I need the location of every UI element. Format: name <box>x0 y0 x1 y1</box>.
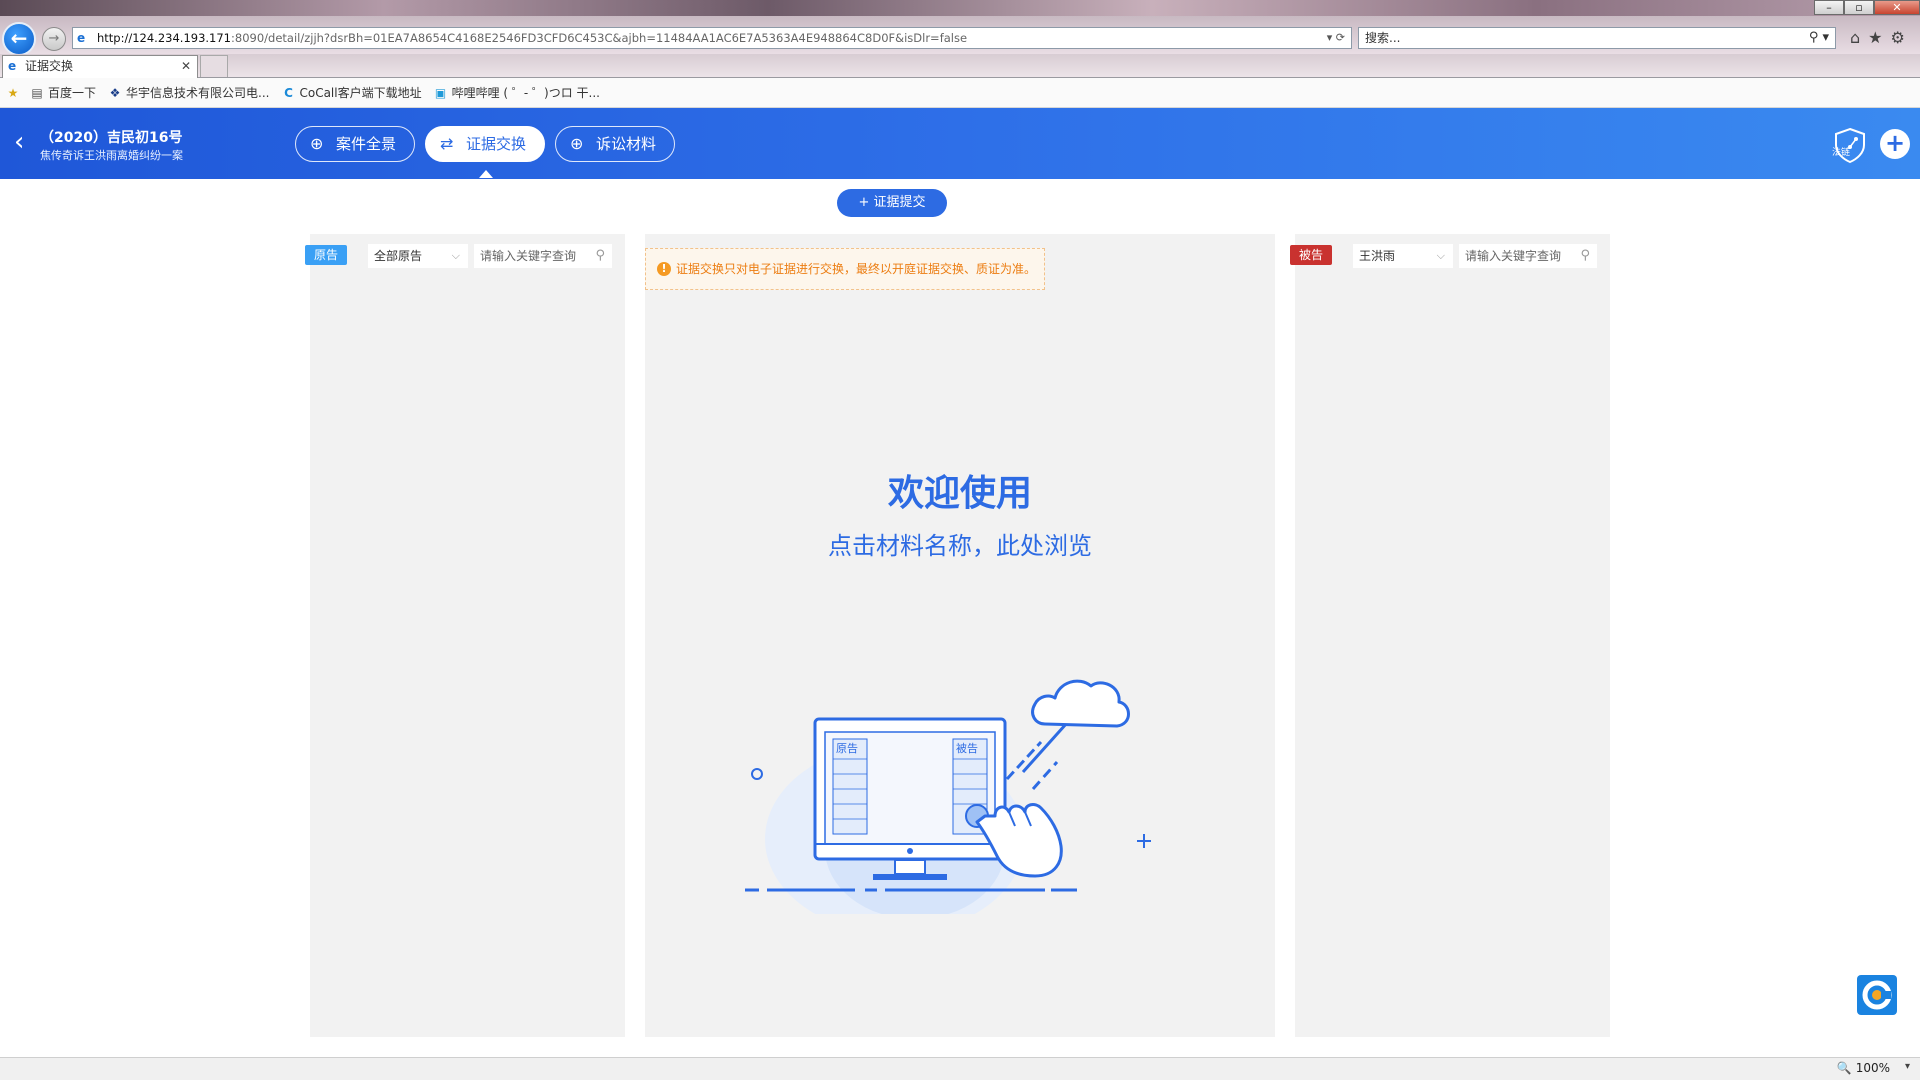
search-icon: ⚲ <box>1580 248 1590 263</box>
tab-case-overview[interactable]: ⊕ 案件全景 <box>295 126 415 162</box>
svg-text:原告: 原告 <box>836 742 858 755</box>
fav-item-bilibili[interactable]: ▣ 哔哩哔哩 ( ゜- ゜)つロ 干... <box>434 84 600 101</box>
defendant-panel: 被告 王洪雨 ⌵ 请输入关键字查询 ⚲ <box>1290 234 1610 1037</box>
refresh-icon[interactable]: ▾ ⟳ <box>1327 28 1345 48</box>
ie-page-icon: e <box>77 31 86 45</box>
cocall-logo-icon: C <box>284 85 293 100</box>
case-description: 焦传奇诉王洪雨离婚纠纷一案 <box>40 149 183 162</box>
submit-evidence-button[interactable]: + 证据提交 <box>837 189 947 217</box>
huayu-logo-icon: ❖ <box>109 85 121 100</box>
evidence-exchange-illustration: 原告 被告 <box>745 679 1151 914</box>
plaintiff-search-input[interactable]: 请输入关键字查询 ⚲ <box>474 244 612 268</box>
window-titlebar <box>0 0 1920 16</box>
browser-status-bar: 🔍 100% ▾ <box>0 1057 1920 1080</box>
case-number: （2020）吉民初16号 <box>40 130 183 146</box>
home-icon[interactable]: ⌂ <box>1850 28 1860 47</box>
browser-tab-strip: e 证据交换 ✕ <box>0 54 1920 78</box>
cocall-floating-icon[interactable] <box>1857 975 1897 1015</box>
tab-evidence-exchange[interactable]: ⇄ 证据交换 <box>425 126 545 162</box>
zoom-level[interactable]: 🔍 100% <box>1837 1061 1890 1075</box>
chevron-left-icon[interactable]: ‹ <box>14 128 24 156</box>
browser-toolbar-icons: ⌂ ★ ⚙ <box>1850 28 1905 47</box>
page-icon: ▤ <box>31 85 43 100</box>
chevron-down-icon: ⌵ <box>1436 249 1445 262</box>
law-chain-shield-icon[interactable]: 法链 <box>1830 125 1870 165</box>
tab-litigation-materials[interactable]: ⊕ 诉讼材料 <box>555 126 675 162</box>
tab-title: 证据交换 <box>25 59 74 73</box>
chevron-down-icon[interactable]: ▾ <box>1905 1061 1910 1072</box>
browser-back-button[interactable]: ← <box>2 22 36 56</box>
tab-close-icon[interactable]: ✕ <box>181 56 191 77</box>
favorites-star-icon[interactable]: ★ <box>1868 28 1882 47</box>
fav-item-cocall[interactable]: C CoCall客户端下载地址 <box>281 84 422 101</box>
plaintiff-badge: 原告 <box>305 245 348 265</box>
active-tab-indicator <box>479 170 493 178</box>
defendant-select[interactable]: 王洪雨 ⌵ <box>1353 244 1453 268</box>
svg-text:法链: 法链 <box>1832 146 1850 158</box>
address-url: http://124.234.193.171:8090/detail/zjjh?… <box>97 31 968 45</box>
cloud-icon <box>1031 679 1130 728</box>
preview-panel: ! 证据交换只对电子证据进行交换，最终以开庭证据交换、质证为准。 欢迎使用 点击… <box>645 234 1275 1037</box>
exchange-arrows-icon: ⇄ <box>440 134 454 153</box>
settings-gear-icon[interactable]: ⚙ <box>1891 28 1905 47</box>
chevron-down-icon: ⌵ <box>451 249 460 262</box>
ie-tab-icon: e <box>8 59 17 73</box>
globe-icon: ⊕ <box>570 134 584 153</box>
defendant-search-input[interactable]: 请输入关键字查询 ⚲ <box>1459 244 1597 268</box>
close-window-button[interactable]: ✕ <box>1874 0 1920 15</box>
maximize-button[interactable]: ▫ <box>1844 0 1874 15</box>
welcome-title: 欢迎使用 <box>887 473 1032 514</box>
new-tab-button[interactable] <box>200 55 228 77</box>
favorites-add-icon[interactable]: ★ <box>6 86 24 100</box>
browser-forward-button[interactable]: → <box>42 27 66 51</box>
decor-plus-icon <box>1137 834 1151 848</box>
bilibili-logo-icon: ▣ <box>434 85 447 100</box>
case-header-bar: ‹ （2020）吉民初16号 焦传奇诉王洪雨离婚纠纷一案 ⊕ 案件全景 ⇄ 证据… <box>0 108 1920 179</box>
svg-text:被告: 被告 <box>956 742 978 755</box>
defendant-badge: 被告 <box>1290 245 1333 265</box>
fav-item-baidu[interactable]: ▤ 百度一下 <box>30 84 96 101</box>
welcome-subtitle: 点击材料名称，此处浏览 <box>828 532 1092 560</box>
minimize-button[interactable]: – <box>1814 0 1844 15</box>
plaintiff-select[interactable]: 全部原告 ⌵ <box>368 244 468 268</box>
search-icon: ⚲ ▾ <box>1808 30 1829 45</box>
favorites-bar: ★ ▤ 百度一下 ❖ 华宇信息技术有限公司电... C CoCall客户端下载地址 ▣… <box>0 78 1920 108</box>
search-icon: ⚲ <box>595 248 605 263</box>
add-button[interactable]: + <box>1880 129 1910 159</box>
window-controls: – ▫ ✕ <box>1814 0 1920 16</box>
address-bar[interactable]: e http://124.234.193.171:8090/detail/zjj… <box>72 27 1352 49</box>
warning-icon: ! <box>657 262 671 276</box>
plaintiff-panel: 原告 全部原告 ⌵ 请输入关键字查询 ⚲ <box>305 234 625 1037</box>
globe-icon: ⊕ <box>310 134 324 153</box>
exchange-notice: ! 证据交换只对电子证据进行交换，最终以开庭证据交换、质证为准。 <box>645 248 1045 290</box>
browser-tab-active[interactable]: e 证据交换 ✕ <box>2 55 198 78</box>
decor-circle-icon <box>751 768 763 780</box>
browser-search-input[interactable]: 搜索... ⚲ ▾ <box>1358 27 1836 49</box>
fav-item-huayu[interactable]: ❖ 华宇信息技术有限公司电... <box>108 84 270 101</box>
